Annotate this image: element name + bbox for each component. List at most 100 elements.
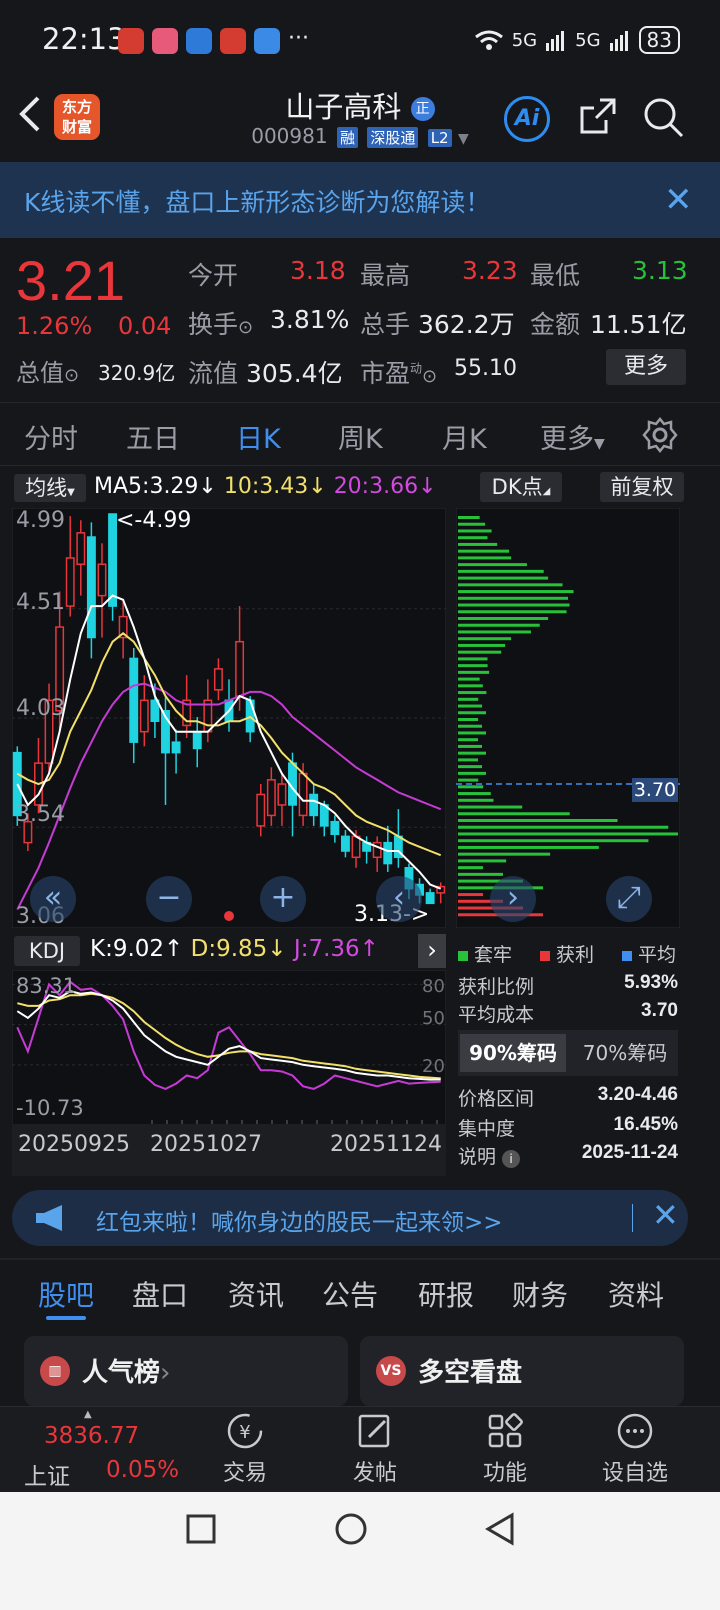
chip-bar-trapped [458,569,544,573]
banner-close-icon[interactable]: ✕ [664,180,693,220]
adjust-button[interactable]: 前复权 [600,472,684,502]
battery-indicator: 83 [638,26,680,54]
tab-more-periods[interactable]: 更多▼ [540,417,605,456]
kdj-y-bottom: -10.73 [16,1096,84,1120]
chip-next-icon[interactable]: › [490,876,536,922]
chip-bar-trapped [458,859,507,863]
y-label: 4.99 [16,508,65,533]
chip-bar-trapped [458,516,480,519]
date-label: 20251027 [150,1132,262,1157]
open-label: 今开 [188,261,239,290]
candle-up [351,835,361,859]
date-label: 20251124 [330,1132,442,1157]
chip-bar-trapped [458,542,498,546]
price-range-row: 价格区间 3.20-4.46 [458,1084,678,1110]
total-mv-label: 总值⊙ [16,359,80,387]
chip-bar-profit [458,893,483,897]
amount-label: 金额 [530,310,581,339]
chip-tab-70[interactable]: 70%筹码 [572,1034,678,1072]
candle-up [235,640,245,697]
tab-monthly-k[interactable]: 月K [442,417,487,456]
settings-gear-icon[interactable] [642,417,678,453]
back-nav-icon[interactable] [484,1512,516,1546]
y-label: 4.51 [16,590,65,615]
avg-cost-row: 平均成本 3.70 [458,1000,678,1026]
chip-tab-90[interactable]: 90%筹码 [460,1034,566,1072]
scroll-left-fast-icon[interactable]: « [30,876,76,922]
candle-down [192,730,202,750]
chip-bar-trapped [458,792,491,796]
chip-bar-trapped [458,637,512,641]
tab-research[interactable]: 研报 [418,1274,474,1314]
zoom-out-icon[interactable]: − [146,876,192,922]
profit-ratio-row: 获利比例 5.93% [458,972,678,998]
note-row[interactable]: 说明 i 2025-11-24 [458,1142,678,1169]
chip-bar-trapped [458,778,479,782]
dk-point-button[interactable]: DK点◢ [480,472,562,502]
tab-intraday[interactable]: 分时 [24,417,78,456]
candle-down [171,741,181,754]
kdj-next-arrow-icon[interactable]: › [418,934,446,968]
status-time: 22:13 [42,22,126,56]
chip-bar-trapped [458,751,487,755]
kline-diagnosis-banner[interactable]: K线读不懂，盘口上新形态诊断为您解读！ ✕ [0,162,720,238]
turnover-label: 换手⊙ [188,310,254,339]
nav-trade[interactable]: ¥ 交易 [200,1411,290,1487]
expand-icon[interactable]: ⤢ [606,876,652,922]
kdj-grid-label: 20 [422,1056,445,1077]
candle-down [383,841,393,865]
chip-bar-trapped [458,805,523,809]
kline-chart[interactable] [12,508,446,928]
ai-button[interactable]: Ai [504,96,550,142]
zoom-in-icon[interactable]: + [260,876,306,922]
index-change[interactable]: 0.05% [106,1457,179,1483]
recent-apps-icon[interactable] [186,1514,216,1544]
tab-profile[interactable]: 资料 [608,1274,664,1314]
tab-pankou[interactable]: 盘口 [132,1274,188,1314]
tag-l2: L2 [427,129,452,147]
tab-weekly-k[interactable]: 周K [338,417,383,456]
chip-bar-trapped [458,684,483,688]
nav-post[interactable]: 发帖 [330,1411,420,1487]
chip-bar-trapped [458,630,531,634]
amount-value: 11.51亿 [590,310,687,339]
tab-announcements[interactable]: 公告 [322,1274,378,1314]
scroll-left-icon[interactable]: ‹ [376,876,422,922]
ma-select[interactable]: 均线▼ [14,474,86,502]
index-value[interactable]: 3836.77 [44,1423,139,1449]
ma5-value: MA5:3.29↓ [94,474,217,499]
tab-daily-k[interactable]: 日K [236,417,281,456]
pe-label: 市盈动⊙ [360,359,438,388]
chip-bar-trapped [458,610,567,614]
long-short-card[interactable]: VS 多空看盘 [360,1336,684,1406]
popularity-card[interactable]: ▥ 人气榜› [24,1336,348,1406]
more-quote-button[interactable]: 更多 [606,349,686,385]
kdj-select[interactable]: KDJ [14,936,80,966]
candle-up [256,793,266,827]
candle-down [150,699,160,722]
nav-functions[interactable]: 功能 [460,1411,550,1487]
chip-bar-trapped [458,590,574,594]
tab-guba[interactable]: 股吧 [38,1274,94,1314]
index-name[interactable]: 上证 [24,1457,70,1491]
high-marker: <-4.99 [116,508,192,533]
status-bar: 22:13 ··· 5G 5G 83 [0,0,720,80]
tab-five-day[interactable]: 五日 [126,417,180,456]
promo-text[interactable]: 红包来啦！喊你身边的股民一起来领>> [96,1203,503,1237]
search-icon[interactable] [642,96,684,138]
banner-text[interactable]: K线读不懂，盘口上新形态诊断为您解读！ [24,183,490,219]
promo-close-icon[interactable]: ✕ [652,1196,679,1234]
nav-add-watchlist[interactable]: 设自选 [590,1411,680,1487]
tab-news[interactable]: 资讯 [228,1274,284,1314]
volume-value: 362.2万 [418,310,515,339]
share-icon[interactable] [578,96,618,136]
promo-banner[interactable]: 红包来啦！喊你身边的股民一起来领>> ✕ [12,1190,688,1246]
home-icon[interactable] [334,1512,368,1546]
vs-icon: VS [376,1356,406,1386]
tab-finance[interactable]: 财务 [512,1274,568,1314]
high-label: 最高 [360,261,411,290]
chip-bar-trapped [458,738,479,742]
yuan-trade-icon: ¥ [227,1413,263,1449]
dk-point-dot [224,911,234,921]
chip-bar-trapped [458,832,678,836]
